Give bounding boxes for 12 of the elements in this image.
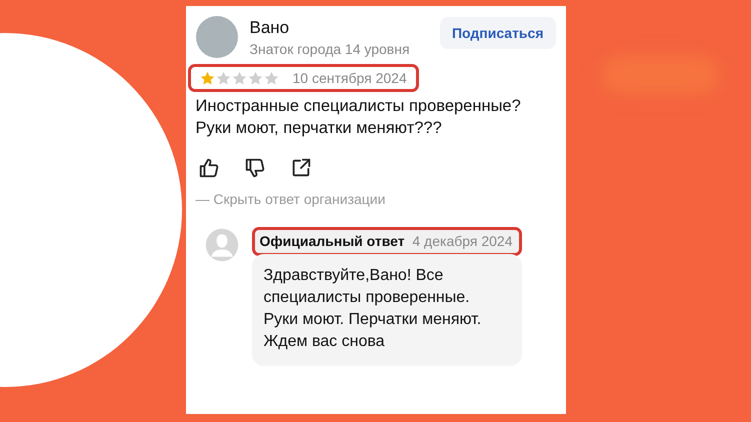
- subscribe-button[interactable]: Подписаться: [440, 17, 556, 49]
- reply-title-and-date: Официальный ответ 4 декабря 2024: [260, 233, 512, 249]
- thumbs-up-icon[interactable]: [198, 157, 220, 179]
- author-name: Вано: [250, 18, 290, 38]
- review-date: 10 сентября 2024: [292, 70, 407, 86]
- avatar-photo-placeholder: [196, 16, 238, 58]
- user-silhouette-icon: [204, 227, 240, 263]
- reply-text: Здравствуйте,Вано! Все специалисты проверенные. Руки моют. Перчатки меняют. Ждем вас снова: [264, 266, 482, 352]
- review-text: Иностранные специалисты проверенные? Руки моют, перчатки меняют???: [196, 96, 522, 139]
- author-level: Знаток города 14 уровня: [250, 40, 411, 56]
- filled-star-icon: [200, 70, 214, 86]
- thumbs-down-icon[interactable]: [244, 157, 266, 179]
